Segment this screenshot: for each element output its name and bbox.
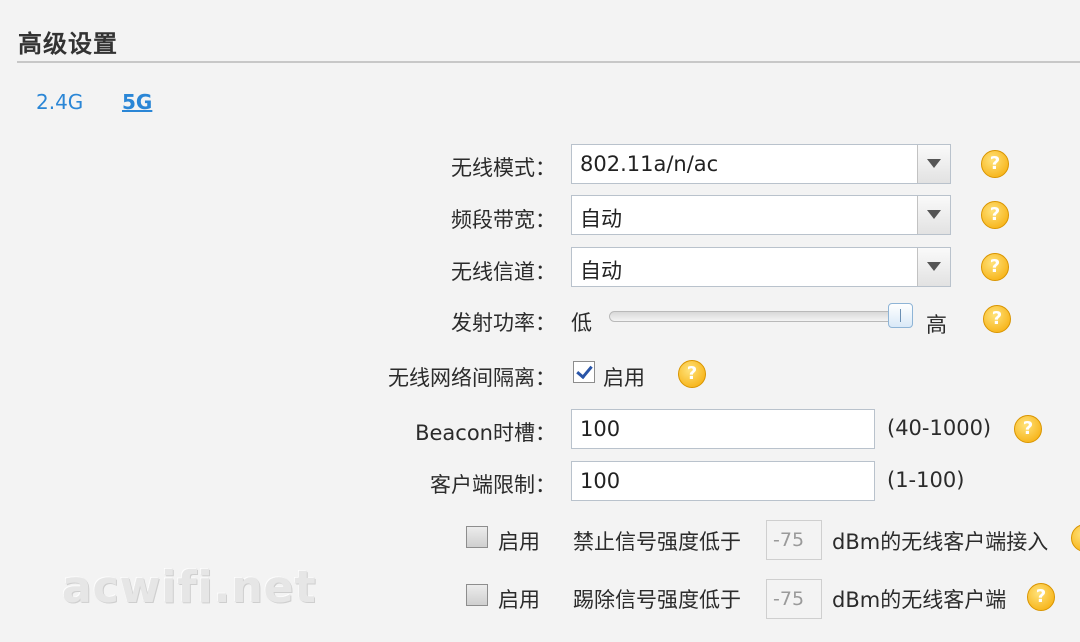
- tx-power-slider-track[interactable]: [609, 311, 913, 322]
- client-limit-range: (1-100): [887, 468, 965, 492]
- wireless-mode-label: 无线模式：: [451, 156, 556, 180]
- chevron-down-icon[interactable]: [917, 248, 950, 286]
- channel-label: 无线信道：: [451, 260, 556, 284]
- client-limit-input[interactable]: [571, 461, 875, 501]
- beacon-label: Beacon时槽：: [415, 421, 556, 445]
- tx-power-slider-handle[interactable]: [888, 303, 913, 328]
- help-icon[interactable]: ?: [983, 305, 1011, 333]
- channel-value: 自动: [580, 259, 622, 283]
- weak-kick-checkbox[interactable]: [466, 584, 488, 606]
- tx-power-label: 发射功率：: [451, 311, 556, 335]
- channel-select[interactable]: 自动: [571, 247, 951, 287]
- isolation-enable-text: 启用: [603, 366, 645, 390]
- tx-power-high-label: 高: [926, 313, 947, 337]
- page-title: 高级设置: [18, 30, 118, 58]
- beacon-input[interactable]: [571, 409, 875, 449]
- client-limit-label: 客户端限制：: [430, 473, 556, 497]
- isolation-checkbox[interactable]: [573, 361, 595, 383]
- bandwidth-select[interactable]: 自动: [571, 195, 951, 235]
- weak-kick-threshold-input[interactable]: [766, 579, 822, 619]
- tx-power-low-label: 低: [571, 311, 592, 335]
- weak-block-checkbox[interactable]: [466, 526, 488, 548]
- weak-block-suffix: dBm的无线客户端接入: [832, 530, 1049, 554]
- bandwidth-label: 频段带宽：: [451, 208, 556, 232]
- tab-2-4g[interactable]: 2.4G: [36, 90, 83, 114]
- chevron-down-icon[interactable]: [917, 145, 950, 183]
- help-icon[interactable]: ?: [678, 360, 706, 388]
- beacon-range: (40-1000): [887, 416, 992, 440]
- help-icon[interactable]: ?: [981, 201, 1009, 229]
- isolation-label: 无线网络间隔离：: [388, 366, 556, 390]
- weak-kick-enable-text: 启用: [498, 588, 540, 612]
- chevron-down-icon[interactable]: [917, 196, 950, 234]
- tab-5g[interactable]: 5G: [122, 90, 152, 114]
- help-icon[interactable]: ?: [1014, 415, 1042, 443]
- weak-kick-suffix: dBm的无线客户端: [832, 588, 1007, 612]
- weak-block-enable-text: 启用: [498, 530, 540, 554]
- help-icon[interactable]: ?: [1027, 583, 1055, 611]
- watermark-text: acwifi.net: [62, 562, 317, 613]
- weak-block-prefix: 禁止信号强度低于: [573, 530, 741, 554]
- title-divider: [17, 61, 1080, 63]
- weak-kick-prefix: 踢除信号强度低于: [573, 588, 741, 612]
- help-icon[interactable]: ?: [1071, 524, 1080, 552]
- weak-block-threshold-input[interactable]: [766, 520, 822, 560]
- wireless-mode-value: 802.11a/n/ac: [580, 152, 719, 176]
- help-icon[interactable]: ?: [981, 253, 1009, 281]
- wireless-mode-select[interactable]: 802.11a/n/ac: [571, 144, 951, 184]
- help-icon[interactable]: ?: [981, 150, 1009, 178]
- bandwidth-value: 自动: [580, 207, 622, 231]
